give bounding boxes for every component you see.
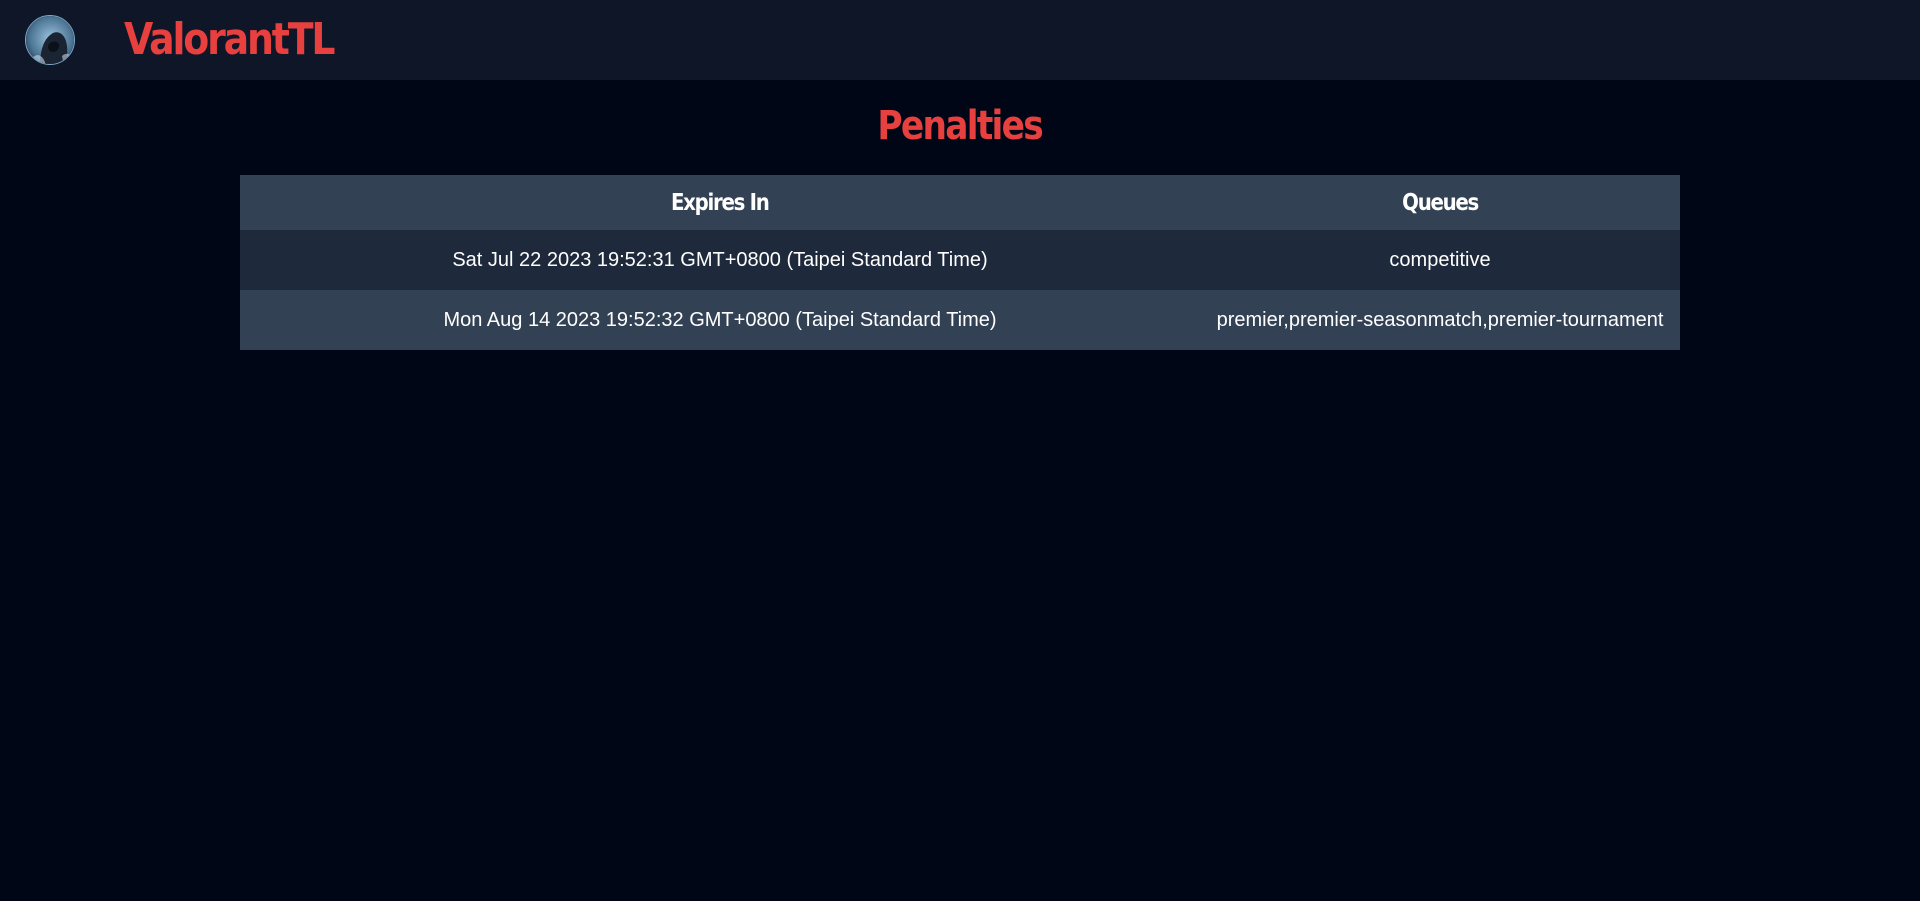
page-title: Penalties	[0, 100, 1920, 152]
top-navbar: ValorantTL	[0, 0, 1920, 80]
column-header-queues: Queues	[1200, 175, 1680, 230]
hooded-agent-avatar-icon	[26, 16, 74, 64]
column-header-label: Queues	[1402, 189, 1479, 216]
table-header-row: Expires In Queues	[240, 175, 1680, 230]
table-row: Sat Jul 22 2023 19:52:31 GMT+0800 (Taipe…	[240, 230, 1680, 290]
column-header-expires-in: Expires In	[240, 175, 1200, 230]
cell-expires-in: Sat Jul 22 2023 19:52:31 GMT+0800 (Taipe…	[452, 248, 988, 271]
page-title-text: Penalties	[877, 103, 1044, 149]
penalties-table-container: Expires In Queues Sat Jul 22 2023 19:52:…	[240, 175, 1680, 350]
cell-queues: premier,premier-seasonmatch,premier-tour…	[1216, 308, 1664, 331]
table-row: Mon Aug 14 2023 19:52:32 GMT+0800 (Taipe…	[240, 290, 1680, 350]
cell-expires-in: Mon Aug 14 2023 19:52:32 GMT+0800 (Taipe…	[443, 308, 997, 331]
cell-queues: competitive	[1389, 248, 1491, 271]
brand-title[interactable]: ValorantTL	[124, 12, 336, 68]
column-header-label: Expires In	[671, 189, 770, 216]
avatar[interactable]	[25, 15, 75, 65]
penalties-table: Expires In Queues Sat Jul 22 2023 19:52:…	[240, 175, 1680, 350]
